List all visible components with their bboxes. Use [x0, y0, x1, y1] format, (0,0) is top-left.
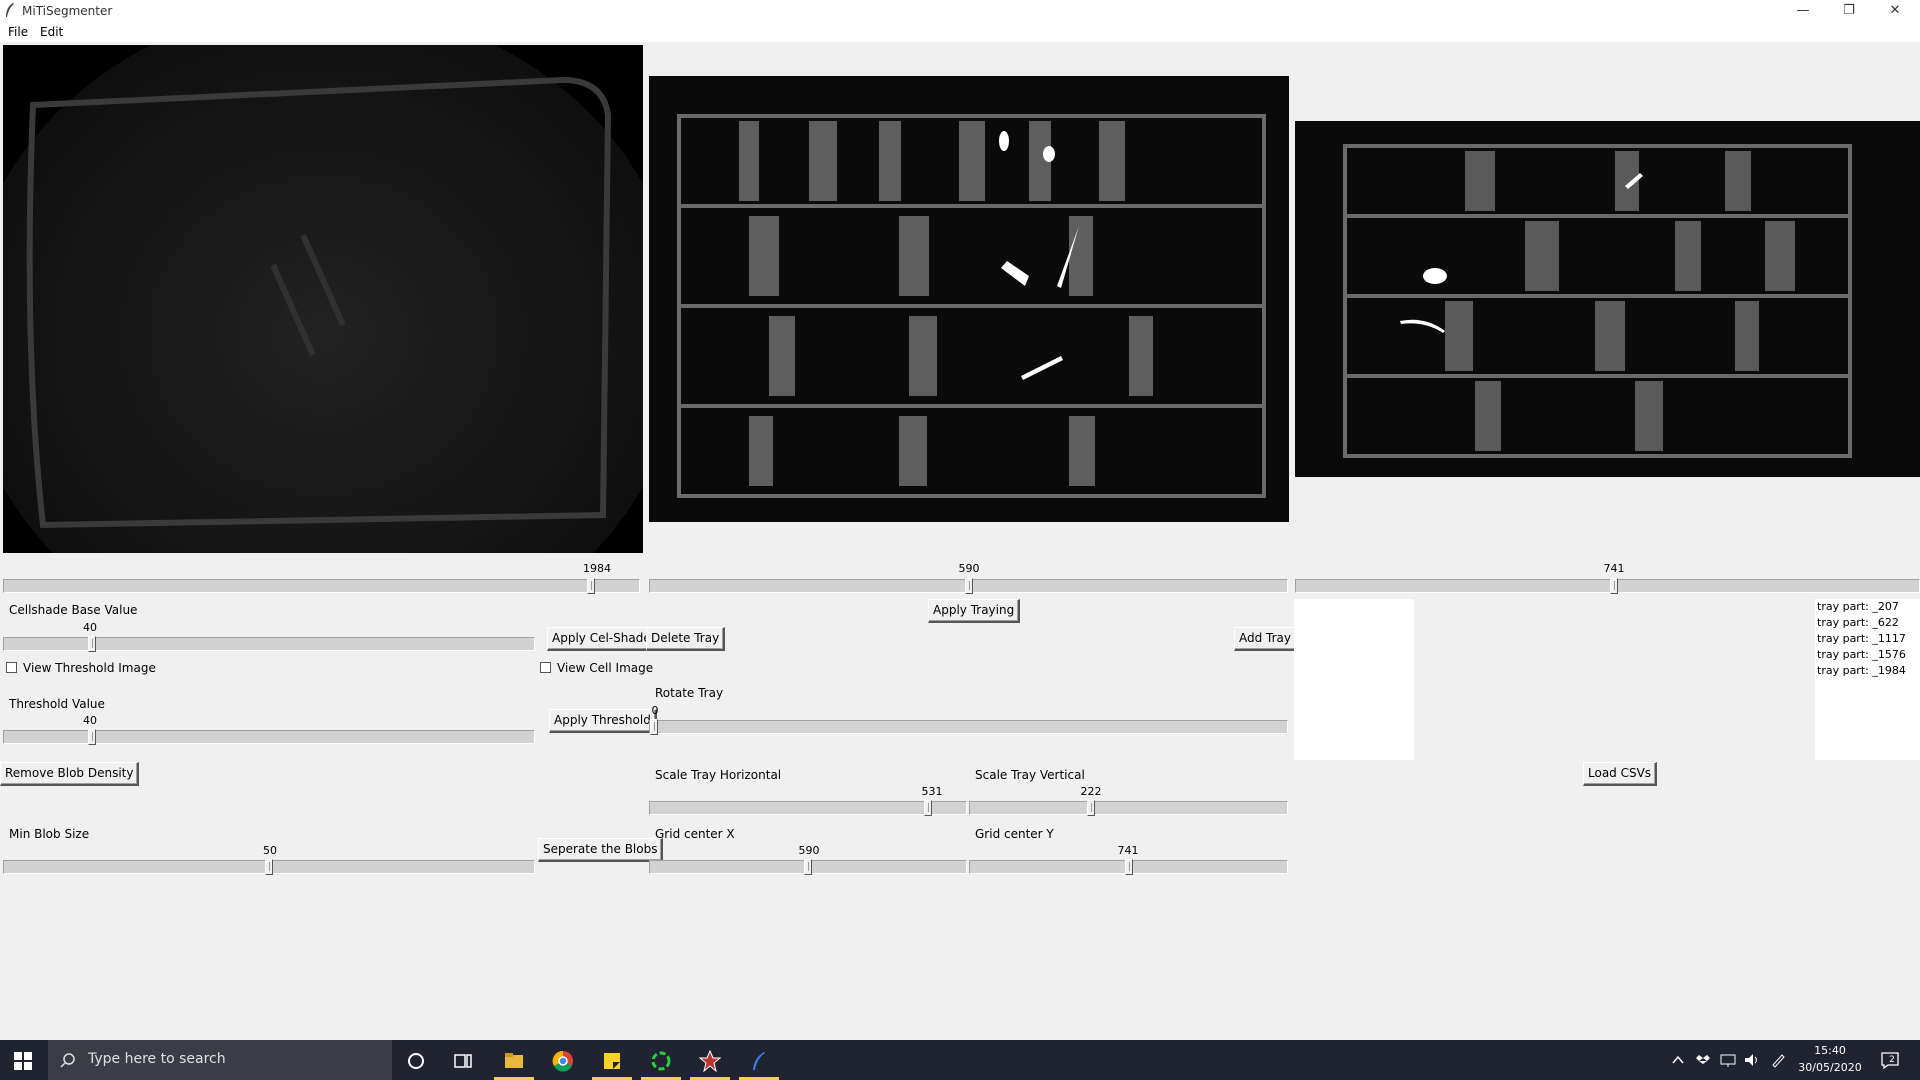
view-threshold-checkbox[interactable] — [6, 662, 17, 673]
menu-edit[interactable]: Edit — [40, 25, 63, 39]
menu-file[interactable]: File — [8, 25, 28, 39]
tray-side-image — [1295, 121, 1920, 477]
top-right-slider-value: 741 — [1603, 562, 1625, 575]
scale-h-value: 531 — [921, 785, 943, 798]
rotate-tray-slider[interactable] — [649, 719, 1288, 735]
top-mid-slider-value: 590 — [958, 562, 980, 575]
search-placeholder: Type here to search — [88, 1051, 226, 1067]
apply-traying-button[interactable]: Apply Traying — [928, 599, 1021, 623]
rotate-tray-label: Rotate Tray — [655, 686, 724, 700]
scale-v-slider[interactable] — [969, 800, 1288, 816]
title-bar — [0, 0, 1920, 22]
slider-thumb[interactable] — [804, 859, 812, 875]
tray-listbox[interactable] — [1294, 599, 1414, 760]
ct-slice-view-top[interactable] — [3, 45, 643, 553]
cellshade-slider[interactable] — [3, 636, 535, 652]
min-blob-slider[interactable] — [3, 859, 535, 875]
grid-y-slider[interactable] — [969, 859, 1288, 875]
clock-time[interactable]: 15:40 — [1785, 1044, 1875, 1057]
min-blob-value: 50 — [263, 844, 277, 857]
menu-bar — [0, 22, 1920, 42]
scale-v-value: 222 — [1080, 785, 1102, 798]
scale-h-label: Scale Tray Horizontal — [655, 768, 782, 782]
list-item[interactable]: tray part: _622 — [1815, 615, 1920, 631]
view-threshold-label: View Threshold Image — [23, 661, 156, 675]
top-left-slider[interactable] — [3, 578, 640, 594]
chevron-up-icon[interactable] — [1672, 1054, 1684, 1066]
clock-date[interactable]: 30/05/2020 — [1785, 1061, 1875, 1074]
slider-thumb[interactable] — [1087, 800, 1095, 816]
restore-button[interactable]: ❐ — [1826, 0, 1872, 22]
threshold-label: Threshold Value — [9, 697, 105, 711]
ct-slice-view-front[interactable] — [649, 76, 1289, 522]
list-item[interactable]: tray part: _1984 — [1815, 663, 1920, 679]
tray-front-image — [649, 76, 1289, 522]
slider-thumb[interactable] — [88, 636, 96, 652]
slider-thumb[interactable] — [587, 578, 595, 594]
feather-app-icon — [6, 3, 14, 17]
tray-parts-listbox[interactable]: tray part: _207 tray part: _622 tray par… — [1815, 599, 1920, 760]
min-blob-label: Min Blob Size — [9, 827, 90, 841]
remove-blob-density-button[interactable]: Remove Blob Density — [0, 762, 140, 786]
notification-count: 2 — [1889, 1055, 1895, 1065]
add-tray-button[interactable]: Add Tray — [1234, 627, 1298, 651]
slider-thumb[interactable] — [924, 800, 932, 816]
cortana-icon[interactable] — [405, 1050, 427, 1072]
threshold-slider[interactable] — [3, 729, 535, 745]
task-view-icon[interactable] — [452, 1050, 474, 1072]
app-red-icon[interactable] — [699, 1050, 721, 1072]
grid-y-value: 741 — [1117, 844, 1139, 857]
grid-x-value: 590 — [798, 844, 820, 857]
cellshade-label: Cellshade Base Value — [9, 603, 138, 617]
threshold-value: 40 — [83, 714, 97, 727]
dropbox-icon[interactable] — [1696, 1053, 1710, 1067]
list-item[interactable]: tray part: _207 — [1815, 599, 1920, 615]
top-right-slider[interactable] — [1295, 578, 1920, 594]
windows-start-icon[interactable] — [14, 1052, 32, 1070]
delete-tray-button[interactable]: Delete Tray — [646, 627, 726, 651]
python-feather-icon[interactable] — [748, 1050, 770, 1072]
minimize-button[interactable]: — — [1780, 0, 1826, 22]
top-left-slider-value: 1984 — [583, 562, 611, 575]
sticky-notes-icon[interactable] — [601, 1050, 623, 1072]
ct-slice-view-side[interactable] — [1295, 121, 1920, 477]
separate-blobs-button[interactable]: Seperate the Blobs — [538, 838, 664, 862]
load-csvs-button[interactable]: Load CSVs — [1583, 762, 1658, 786]
close-button[interactable]: ✕ — [1872, 0, 1918, 22]
slider-thumb[interactable] — [965, 578, 973, 594]
slider-thumb[interactable] — [1610, 578, 1618, 594]
scale-h-slider[interactable] — [649, 800, 967, 816]
search-icon — [60, 1053, 75, 1068]
top-mid-slider[interactable] — [649, 578, 1288, 594]
slider-thumb[interactable] — [265, 859, 273, 875]
slider-thumb[interactable] — [1125, 859, 1133, 875]
list-item[interactable]: tray part: _1117 — [1815, 631, 1920, 647]
view-cell-label: View Cell Image — [557, 661, 654, 675]
chrome-icon[interactable] — [552, 1050, 574, 1072]
grid-x-slider[interactable] — [649, 859, 967, 875]
grid-x-label: Grid center X — [655, 827, 735, 841]
slider-thumb[interactable] — [650, 719, 658, 735]
slider-thumb[interactable] — [88, 729, 96, 745]
apply-celshade-button[interactable]: Apply Cel-Shade — [547, 627, 657, 651]
list-item[interactable]: tray part: _1576 — [1815, 647, 1920, 663]
grid-y-label: Grid center Y — [975, 827, 1054, 841]
cellshade-value: 40 — [83, 621, 97, 634]
view-cell-checkbox[interactable] — [540, 662, 551, 673]
network-icon[interactable] — [1720, 1053, 1736, 1067]
ct-slice-image — [3, 45, 643, 553]
volume-icon[interactable] — [1744, 1053, 1760, 1067]
rotate-tray-value: 0 — [651, 704, 659, 717]
window-title: MiTiSegmenter — [22, 4, 113, 18]
app-green-icon[interactable] — [650, 1050, 672, 1072]
pen-icon[interactable] — [1770, 1052, 1786, 1068]
scale-v-label: Scale Tray Vertical — [975, 768, 1085, 782]
file-explorer-icon[interactable] — [503, 1050, 525, 1072]
